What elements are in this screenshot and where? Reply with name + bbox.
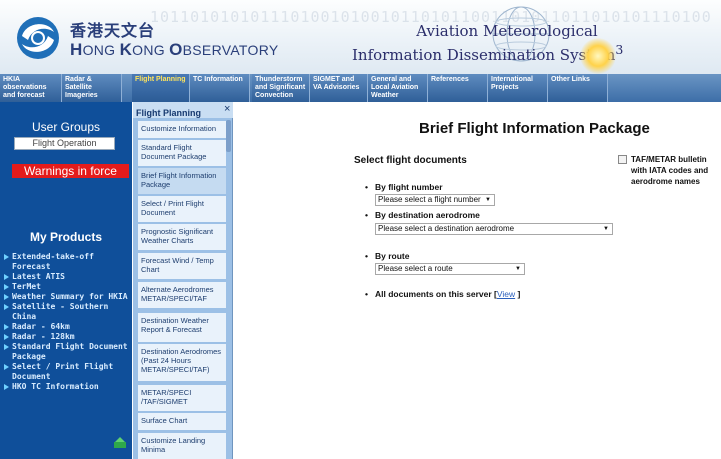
fp-item-prognostic-charts[interactable]: Prognostic Significant Weather Charts <box>138 224 226 250</box>
tab-general-local[interactable]: General and Local Aviation Weather <box>368 74 428 102</box>
page-title: Brief Flight Information Package <box>419 120 650 137</box>
by-flight-label: By flight number <box>365 182 442 192</box>
product-link[interactable]: Select / Print Flight Document <box>4 362 131 382</box>
fp-item-brief-package[interactable]: Brief Flight Information Package <box>138 168 226 194</box>
fp-item-destination-weather[interactable]: Destination Weather Report & Forecast <box>138 313 226 342</box>
fp-item-metar-speci[interactable]: METAR/SPECI /TAF/SIGMET <box>138 385 226 411</box>
chevron-down-icon: ▼ <box>515 266 521 272</box>
close-icon[interactable]: × <box>224 103 230 115</box>
product-link[interactable]: Weather Summary for HKIA <box>4 292 131 302</box>
top-nav: HKIA observations and forecast Radar & S… <box>0 74 721 102</box>
product-link[interactable]: TerMet <box>4 282 131 292</box>
fp-item-customize-information[interactable]: Customize Information <box>138 121 226 138</box>
flight-planning-title: Flight Planning <box>133 102 233 118</box>
tab-tc-information[interactable]: TC Information <box>190 74 250 102</box>
user-group-selector[interactable]: Flight Operation <box>14 137 115 150</box>
all-documents-item: All documents on this server [View ] <box>365 289 520 299</box>
tab-sigmet-va[interactable]: SIGMET and VA Advisories <box>310 74 368 102</box>
tab-other-links[interactable]: Other Links <box>548 74 608 102</box>
product-link[interactable]: Satellite - Southern China <box>4 302 131 322</box>
destination-select[interactable]: Please select a destination aerodrome ▼ <box>375 223 613 235</box>
fp-item-landing-minima[interactable]: Customize Landing Minima <box>138 433 226 459</box>
edit-products-icon[interactable] <box>113 437 127 449</box>
sun-graphic-icon <box>580 38 616 74</box>
fp-item-destination-aerodromes[interactable]: Destination Aerodromes (Past 24 Hours ME… <box>138 344 226 381</box>
my-products-list: Extended-take-off Forecast Latest ATIS T… <box>4 252 131 392</box>
tab-radar-satellite[interactable]: Radar & Satellite Imageries <box>62 74 122 102</box>
tab-thunderstorm[interactable]: Thunderstorm and Significant Convection <box>252 74 310 102</box>
by-route-label: By route <box>365 251 410 261</box>
tab-references[interactable]: References <box>428 74 488 102</box>
product-link[interactable]: Standard Flight Document Package <box>4 342 131 362</box>
hko-logo-icon[interactable] <box>14 14 66 62</box>
org-name-chinese: 香港天文台 <box>70 21 156 40</box>
product-link[interactable]: Extended-take-off Forecast <box>4 252 131 272</box>
select-documents-heading: Select flight documents <box>354 155 467 166</box>
fp-item-standard-package[interactable]: Standard Flight Document Package <box>138 140 226 166</box>
tab-international-projects[interactable]: International Projects <box>488 74 548 102</box>
flight-planning-panel: Flight Planning × Customize Information … <box>133 102 233 459</box>
system-title-line1: Aviation Meteorological <box>416 22 598 40</box>
fp-item-surface-chart[interactable]: Surface Chart <box>138 413 226 430</box>
fp-item-select-print[interactable]: Select / Print Flight Document <box>138 196 226 222</box>
route-select[interactable]: Please select a route ▼ <box>375 263 525 275</box>
flight-number-select[interactable]: Please select a flight number ▼ <box>375 194 495 206</box>
tab-flight-planning[interactable]: Flight Planning <box>132 74 190 102</box>
left-sidebar: User Groups Flight Operation Warnings in… <box>0 102 132 459</box>
chevron-down-icon: ▼ <box>603 226 609 232</box>
panel-scrollbar[interactable] <box>226 120 231 152</box>
main-content: Brief Flight Information Package Select … <box>234 102 721 459</box>
tab-hkia-observations[interactable]: HKIA observations and forecast <box>0 74 62 102</box>
iata-codes-checkbox[interactable] <box>618 155 627 164</box>
org-name-english: HONG KONG OBSERVATORY <box>70 40 279 59</box>
my-products-title: My Products <box>29 230 102 244</box>
user-groups-title: User Groups <box>31 120 101 134</box>
fp-item-forecast-wind-temp[interactable]: Forecast Wind / Temp Chart <box>138 253 226 279</box>
fp-item-alternate-aerodromes[interactable]: Alternate Aerodromes METAR/SPECI/TAF <box>138 282 226 308</box>
product-link[interactable]: Radar - 128km <box>4 332 131 342</box>
view-link[interactable]: View <box>497 289 515 299</box>
product-link[interactable]: HKO TC Information <box>4 382 131 392</box>
warnings-in-force-button[interactable]: Warnings in force <box>12 164 129 178</box>
header-banner: 1011010101011101001010010110101100110101… <box>0 0 721 74</box>
iata-codes-label: TAF/METAR bulletin with IATA codes and a… <box>631 155 709 186</box>
product-link[interactable]: Radar - 64km <box>4 322 131 332</box>
by-destination-label: By destination aerodrome <box>365 210 480 220</box>
product-link[interactable]: Latest ATIS <box>4 272 131 282</box>
chevron-down-icon: ▼ <box>485 197 491 203</box>
